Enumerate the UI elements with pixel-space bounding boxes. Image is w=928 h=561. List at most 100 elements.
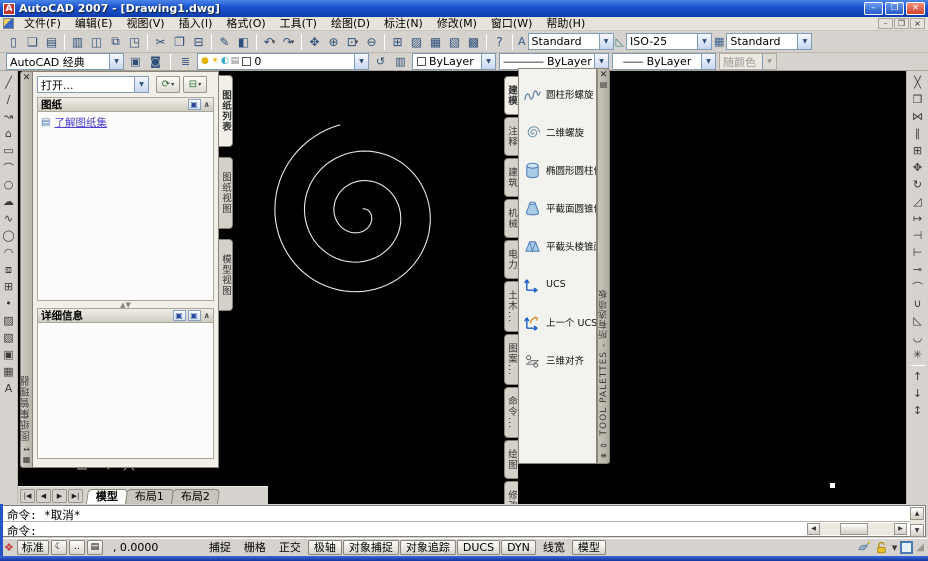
minimize-button[interactable]: – <box>864 2 883 15</box>
ssm-details-header[interactable]: 详细信息 ▣ ▣ ∧ <box>37 308 214 323</box>
palette-item[interactable]: 平截头棱锥面 <box>523 231 594 261</box>
palette-item[interactable]: 三维对齐 <box>523 345 594 375</box>
layout-nav-button[interactable]: |◀ <box>20 489 35 503</box>
pan-icon[interactable]: ✥ <box>305 33 324 51</box>
undo-icon[interactable]: ↶▾ <box>260 33 279 51</box>
scroll-up-icon[interactable]: ▲ <box>910 507 924 520</box>
restore-button[interactable]: ❐ <box>885 2 904 15</box>
trim-icon[interactable]: ⊣ <box>909 227 926 244</box>
workspace-settings-button[interactable]: ▣ <box>127 54 144 70</box>
ssm-details-button[interactable]: ▣ <box>173 310 186 321</box>
new-icon[interactable]: ▯ <box>4 33 23 51</box>
break-icon[interactable]: ⌒ <box>909 278 926 295</box>
palette-tab-电力[interactable]: 电力 <box>504 240 518 279</box>
layer-previous-button[interactable]: ↺ <box>372 54 389 70</box>
properties-icon[interactable]: ▨ <box>407 33 426 51</box>
dropdown-arrow-icon[interactable]: ▼ <box>797 34 811 49</box>
dropdown-arrow-icon[interactable]: ▼ <box>701 54 715 69</box>
scroll-left-icon[interactable]: ◀ <box>807 523 820 535</box>
command-hscrollbar[interactable]: ◀ ▶ <box>807 523 907 535</box>
layout-nav-button[interactable]: ▶ <box>52 489 67 503</box>
resize-grip[interactable]: ◢ <box>916 542 924 553</box>
bring-to-front-icon[interactable]: ↑ <box>909 368 926 385</box>
menu-item[interactable]: 工具(T) <box>273 17 324 30</box>
tool-palettes-menu-icon[interactable]: ≡ <box>600 451 607 461</box>
toggle-线宽[interactable]: 线宽 <box>537 540 571 555</box>
block-editor-icon[interactable]: ◧ <box>234 33 253 51</box>
toggle-对象捕捉[interactable]: 对象捕捉 <box>343 540 399 555</box>
grip-point[interactable] <box>830 483 835 488</box>
palette-tab-图案...[interactable]: 图案... <box>504 334 518 385</box>
mdi-close-button[interactable]: × <box>910 18 925 29</box>
menu-item[interactable]: 修改(M) <box>430 17 484 30</box>
fillet-icon[interactable]: ◡ <box>909 329 926 346</box>
menu-item[interactable]: 视图(V) <box>119 17 171 30</box>
unlock-icon[interactable] <box>874 540 889 555</box>
polygon-icon[interactable]: ⌂ <box>0 125 17 142</box>
table-icon[interactable]: ▦ <box>0 363 17 380</box>
arc-icon[interactable]: ⌒ <box>0 159 17 176</box>
cut-icon[interactable]: ✂ <box>151 33 170 51</box>
extend-icon[interactable]: ⊢ <box>909 244 926 261</box>
help-icon[interactable]: ? <box>490 33 509 51</box>
clean-screen-icon[interactable] <box>900 541 913 554</box>
communication-center-icon[interactable] <box>856 540 871 555</box>
scroll-down-icon[interactable]: ▼ <box>910 524 924 537</box>
palette-item[interactable]: 圆柱形螺旋 <box>523 79 594 109</box>
tray-settings-icon[interactable]: ‥ <box>69 540 85 555</box>
plot-icon[interactable]: ▥ <box>68 33 87 51</box>
stretch-icon[interactable]: ↦ <box>909 210 926 227</box>
paste-icon[interactable]: ⊟ <box>189 33 208 51</box>
chevron-up-icon[interactable]: ∧ <box>204 311 211 320</box>
menu-item[interactable]: 标注(N) <box>377 17 430 30</box>
save-icon[interactable]: ▤ <box>42 33 61 51</box>
break-at-point-icon[interactable]: ⊸ <box>909 261 926 278</box>
toggle-DUCS[interactable]: DUCS <box>457 540 500 555</box>
palette-tab-机械[interactable]: 机械 <box>504 199 518 238</box>
quickcalc-icon[interactable]: ▩ <box>464 33 483 51</box>
redo-icon[interactable]: ↷▾ <box>279 33 298 51</box>
rectangle-icon[interactable]: ▭ <box>0 142 17 159</box>
ellipse-icon[interactable]: ◯ <box>0 227 17 244</box>
region-icon[interactable]: ▣ <box>0 346 17 363</box>
dropdown-arrow-icon[interactable]: ▼ <box>594 54 608 69</box>
mdi-restore-button[interactable]: ❐ <box>894 18 909 29</box>
toggle-正交[interactable]: 正交 <box>273 540 307 555</box>
drawing-icon[interactable] <box>3 18 14 29</box>
layout-nav-button[interactable]: ▶| <box>68 489 83 503</box>
ssm-close-icon[interactable]: ✕ <box>23 74 31 83</box>
dropdown-arrow-icon[interactable]: ▾ <box>171 81 174 88</box>
ssm-preview-toggle-button[interactable]: ▣ <box>188 310 201 321</box>
palette-item[interactable]: 平截面圆锥体 <box>523 193 594 223</box>
dropdown-arrow-icon[interactable]: ▼ <box>599 34 613 49</box>
publish-icon[interactable]: ⧉ <box>106 33 125 51</box>
dropdown-arrow-icon[interactable]: ▾ <box>272 38 276 46</box>
coordinate-display[interactable]: , 0.0000 <box>105 541 201 554</box>
standards-button[interactable]: 标准 <box>17 540 49 555</box>
ssm-open-combo[interactable]: 打开... ▼ <box>37 76 149 93</box>
layer-combo[interactable]: ●☀◐▤ 0 ▼ <box>197 53 369 70</box>
array-icon[interactable]: ⊞ <box>909 142 926 159</box>
tray-dropdown-icon[interactable]: ▼ <box>892 544 897 552</box>
tool-palettes-autohide-icon[interactable]: ⇔ <box>600 441 607 451</box>
command-input-line[interactable]: 命令: <box>3 521 925 536</box>
palette-tab-建模[interactable]: 建模 <box>504 76 518 115</box>
menu-item[interactable]: 插入(I) <box>172 17 220 30</box>
ssm-sheets-list[interactable]: ▤ 了解图纸集 <box>37 112 214 301</box>
ssm-autohide-icon[interactable]: ↔ <box>23 445 30 455</box>
dropdown-arrow-icon[interactable]: ▼ <box>134 77 148 92</box>
match-properties-icon[interactable]: ✎ <box>215 33 234 51</box>
layout-tab-布局1[interactable]: 布局1 <box>125 489 174 504</box>
learn-sheet-sets-link[interactable]: 了解图纸集 <box>54 115 107 130</box>
palette-item[interactable]: 二维螺旋 <box>523 117 594 147</box>
scrollbar-thumb[interactable] <box>840 523 868 535</box>
toggle-DYN[interactable]: DYN <box>501 540 536 555</box>
palette-item[interactable]: UCS <box>523 269 594 299</box>
ssm-properties-icon[interactable]: ▦ <box>23 455 31 465</box>
spline-icon[interactable]: ∿ <box>0 210 17 227</box>
zoom-realtime-icon[interactable]: ⊕ <box>324 33 343 51</box>
layout-tab-布局2[interactable]: 布局2 <box>171 489 220 504</box>
hatch-icon[interactable]: ▨ <box>0 312 17 329</box>
palette-tab-土木...[interactable]: 土木... <box>504 281 518 332</box>
ssm-tab-图纸列表[interactable]: 图纸列表 <box>219 75 233 147</box>
